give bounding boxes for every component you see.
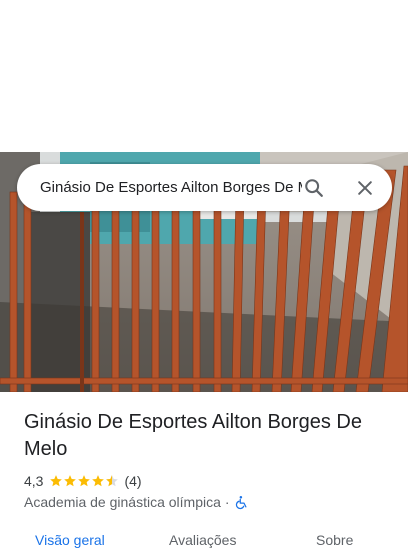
search-input[interactable] [40,164,302,211]
place-title: Ginásio De Esportes Ailton Borges De Mel… [24,411,362,460]
category-row: Academia de ginástica olímpica · [24,492,249,512]
rating-value: 4,3 [24,473,44,489]
tab-overview[interactable]: Visão geral [35,532,105,548]
search-icon [305,179,323,197]
close-icon [358,181,372,195]
star-full-icon [64,475,77,487]
review-count[interactable]: (4) [124,473,141,489]
close-button[interactable] [350,173,380,203]
star-full-icon [50,475,63,487]
rating-row[interactable]: 4,3 (4) [24,472,142,490]
star-full-icon [78,475,91,487]
tab-about[interactable]: Sobre [316,532,353,548]
star-half-icon [106,475,119,487]
search-bar [17,164,392,211]
wheelchair-icon[interactable] [234,495,249,510]
search-button[interactable] [299,173,329,203]
tab-bar: Visão geral Avaliações Sobre [0,524,408,548]
tab-reviews[interactable]: Avaliações [169,532,236,548]
star-full-icon [92,475,105,487]
rating-stars [49,474,119,488]
separator-dot: · [224,494,230,510]
place-category[interactable]: Academia de ginástica olímpica [24,494,221,510]
